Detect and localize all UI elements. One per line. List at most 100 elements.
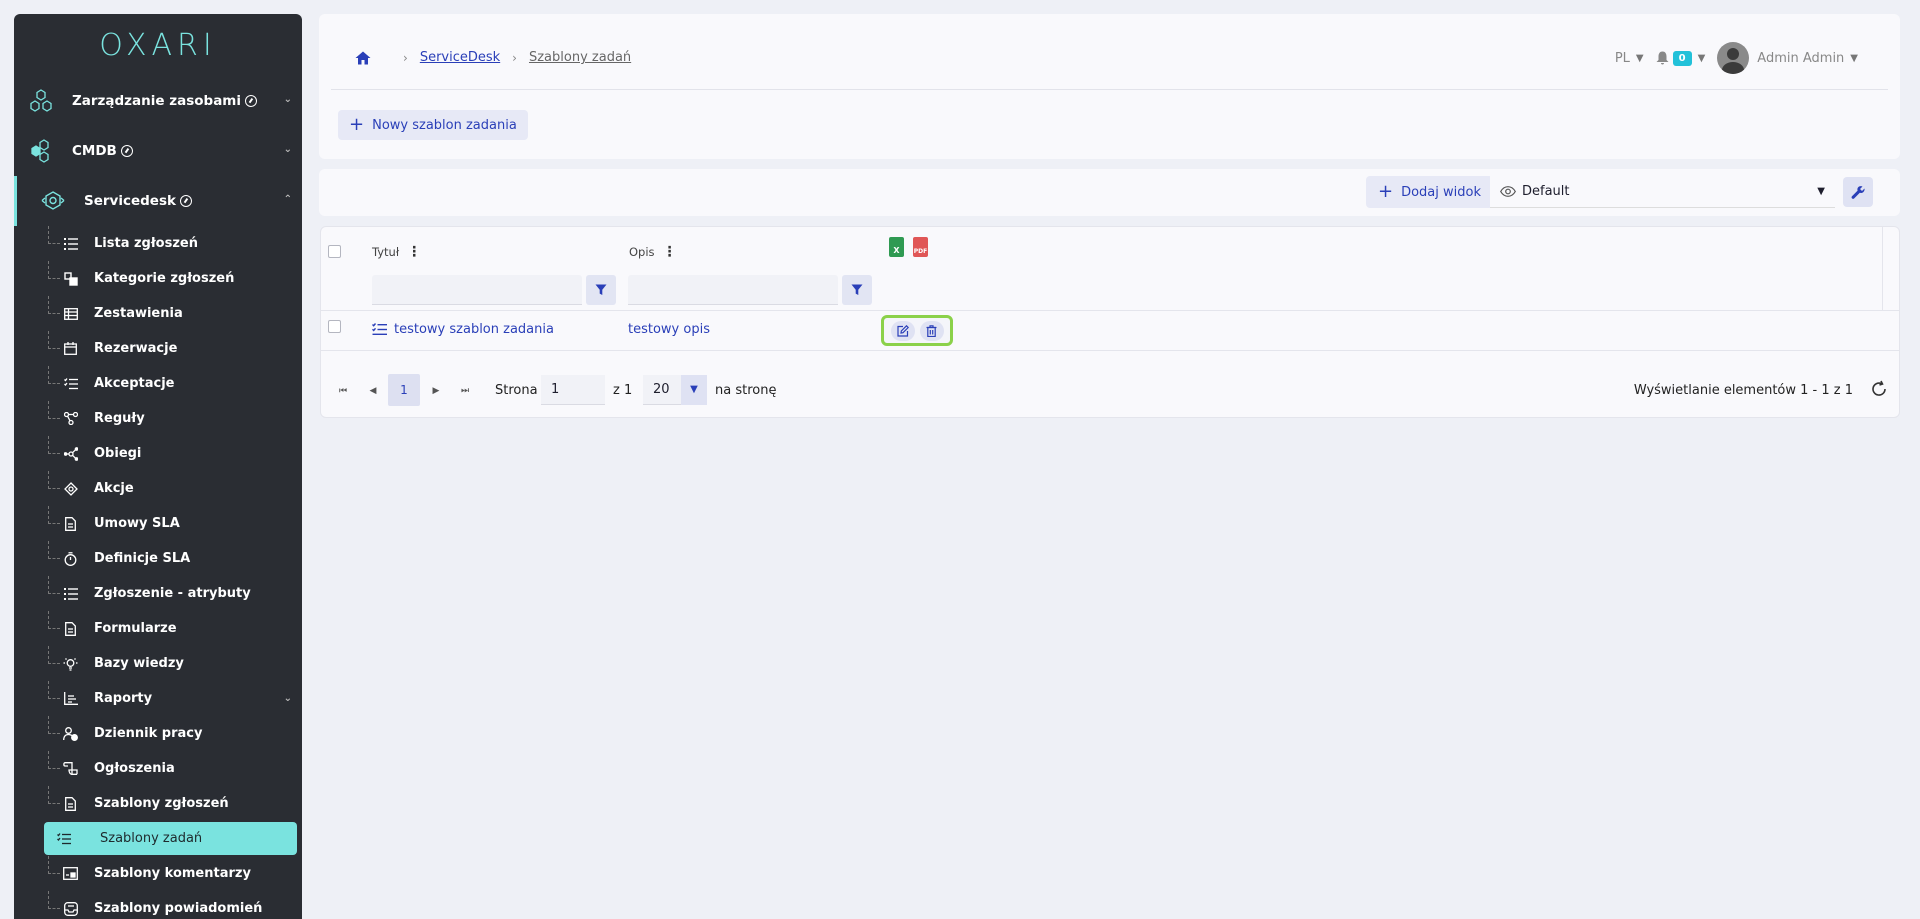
title-filter-input[interactable] [372,275,582,305]
edit-icon [896,324,909,337]
previous-page-icon[interactable]: ◀ [361,379,385,403]
grid-settings-button[interactable] [1843,177,1873,207]
column-header-description[interactable]: Opis ⋮ [629,244,677,260]
sidebar-item-akceptacje[interactable]: Akceptacje [14,366,302,401]
sidebar-item-label: Szablony powiadomień [94,901,263,916]
table-row[interactable]: testowy szablon zadania testowy opis [321,311,1899,351]
caret-down-icon[interactable]: ▼ [1698,53,1706,64]
sidebar-item-akcje[interactable]: Akcje [14,471,302,506]
caret-down-icon[interactable]: ▼ [1850,53,1858,64]
sidebar-item-szablony-powiadomien[interactable]: Szablony powiadomień [14,891,302,919]
chevron-down-icon: ⌄ [283,94,292,105]
last-page-icon[interactable]: ⏭ [453,379,477,403]
title-filter-button[interactable] [586,275,616,305]
page-header: › ServiceDesk › Szablony zadań PL ▼ 0 ▼ … [319,14,1900,159]
caret-down-icon[interactable]: ▼ [681,375,707,405]
logo-mark: OXARI [99,30,211,60]
sidebar-item-label: Szablony komentarzy [94,866,251,881]
gauge-icon [245,95,257,107]
sidebar-item-ogloszenia[interactable]: Ogłoszenia [14,751,302,786]
refresh-icon[interactable] [1869,379,1889,399]
sidebar-item-formularze[interactable]: Formularze [14,611,302,646]
description-filter-input[interactable] [628,275,838,305]
calendar-icon [63,341,78,356]
select-all-checkbox[interactable] [328,245,341,258]
tree-line [48,751,60,769]
sidebar-item-reguly[interactable]: Reguły [14,401,302,436]
tree-line [48,681,60,699]
sidebar-item-kategorie-zgloszen[interactable]: Kategorie zgłoszeń [14,261,302,296]
new-task-template-button[interactable]: + Nowy szablon zadania [338,110,528,140]
bell-icon[interactable] [1656,51,1669,65]
column-header-title[interactable]: Tytuł ⋮ [372,244,421,260]
nav-servicedesk[interactable]: Servicedesk ⌃ [14,176,302,226]
sidebar-item-bazy-wiedzy[interactable]: Bazy wiedzy [14,646,302,681]
button-label: Nowy szablon zadania [372,117,517,133]
plus-icon: + [1378,181,1394,202]
edit-button[interactable] [890,320,915,341]
breadcrumb-szablony-zadan[interactable]: Szablony zadań [529,50,631,65]
tree-line [48,891,60,909]
page-total-label: z 1 [613,383,633,398]
pdf-export-icon[interactable]: PDF [913,237,928,257]
task-description[interactable]: testowy opis [628,322,710,337]
column-menu-icon[interactable]: ⋮ [663,244,677,260]
sidebar-item-szablony-zadan[interactable]: Szablony zadań [44,822,297,855]
sidebar-item-lista-zgloszen[interactable]: Lista zgłoszeń [14,226,302,261]
sidebar-item-zestawienia[interactable]: Zestawienia [14,296,302,331]
sidebar-item-zgloszenie-atrybuty[interactable]: Zgłoszenie - atrybuty [14,576,302,611]
tree-line [48,576,60,594]
nav-zarzadzanie-zasobami[interactable]: Zarządzanie zasobami ⌄ [14,76,302,126]
tree-line [48,261,60,279]
caret-down-icon[interactable]: ▼ [1636,53,1644,64]
page-size-select[interactable]: 20 ▼ [643,375,707,405]
form-icon [63,621,78,636]
task-title-link[interactable]: testowy szablon zadania [372,322,554,337]
chevron-down-icon: ⌄ [283,144,292,155]
view-select[interactable]: Default ▼ [1490,176,1835,208]
plus-icon: + [349,114,365,135]
tree-line [48,541,60,559]
current-page-button[interactable]: 1 [388,374,420,406]
document-icon [63,796,78,811]
eye-icon [1500,186,1516,197]
row-checkbox[interactable] [328,320,341,333]
tree-line [48,646,60,664]
breadcrumb-servicedesk[interactable]: ServiceDesk [420,50,500,65]
column-menu-icon[interactable]: ⋮ [407,244,421,260]
sidebar-item-szablony-zgloszen[interactable]: Szablony zgłoszeń [14,786,302,821]
inbox-icon [63,901,78,916]
sidebar-item-szablony-komentarzy[interactable]: Szablony komentarzy [14,856,302,891]
sidebar-item-dziennik-pracy[interactable]: Dziennik pracy [14,716,302,751]
page-number-input[interactable]: 1 [541,375,605,405]
comment-template-icon [63,866,78,881]
delete-button[interactable] [919,320,944,341]
sidebar-item-umowy-sla[interactable]: Umowy SLA [14,506,302,541]
add-view-button[interactable]: + Dodaj widok [1366,176,1493,208]
task-title-text: testowy szablon zadania [394,322,554,337]
home-icon[interactable] [355,51,371,65]
tree-line [48,471,60,489]
list-icon [63,586,78,601]
nav-cmdb[interactable]: CMDB ⌄ [14,126,302,176]
sidebar-item-rezerwacje[interactable]: Rezerwacje [14,331,302,366]
description-filter-button[interactable] [842,275,872,305]
checklist-icon [56,831,71,846]
avatar[interactable] [1717,42,1750,74]
sidebar-item-definicje-sla[interactable]: Definicje SLA [14,541,302,576]
lightbulb-icon [63,656,78,671]
user-name[interactable]: Admin Admin [1757,51,1844,66]
next-page-icon[interactable]: ▶ [424,379,448,403]
excel-export-icon[interactable]: X [889,237,904,257]
tree-line [48,611,60,629]
sidebar-item-obiegi[interactable]: Obiegi [14,436,302,471]
oxari-logo[interactable]: OXARI [14,14,302,76]
notification-count-badge[interactable]: 0 [1672,50,1692,66]
first-page-icon[interactable]: ⏮ [331,379,355,403]
sidebar-item-label: Definicje SLA [94,551,191,566]
sidebar-item-label: Dziennik pracy [94,726,203,741]
language-selector[interactable]: PL [1615,51,1630,66]
chart-icon [63,691,78,706]
sidebar-item-label: Kategorie zgłoszeń [94,271,235,286]
sidebar-item-raporty[interactable]: Raporty ⌄ [14,681,302,716]
